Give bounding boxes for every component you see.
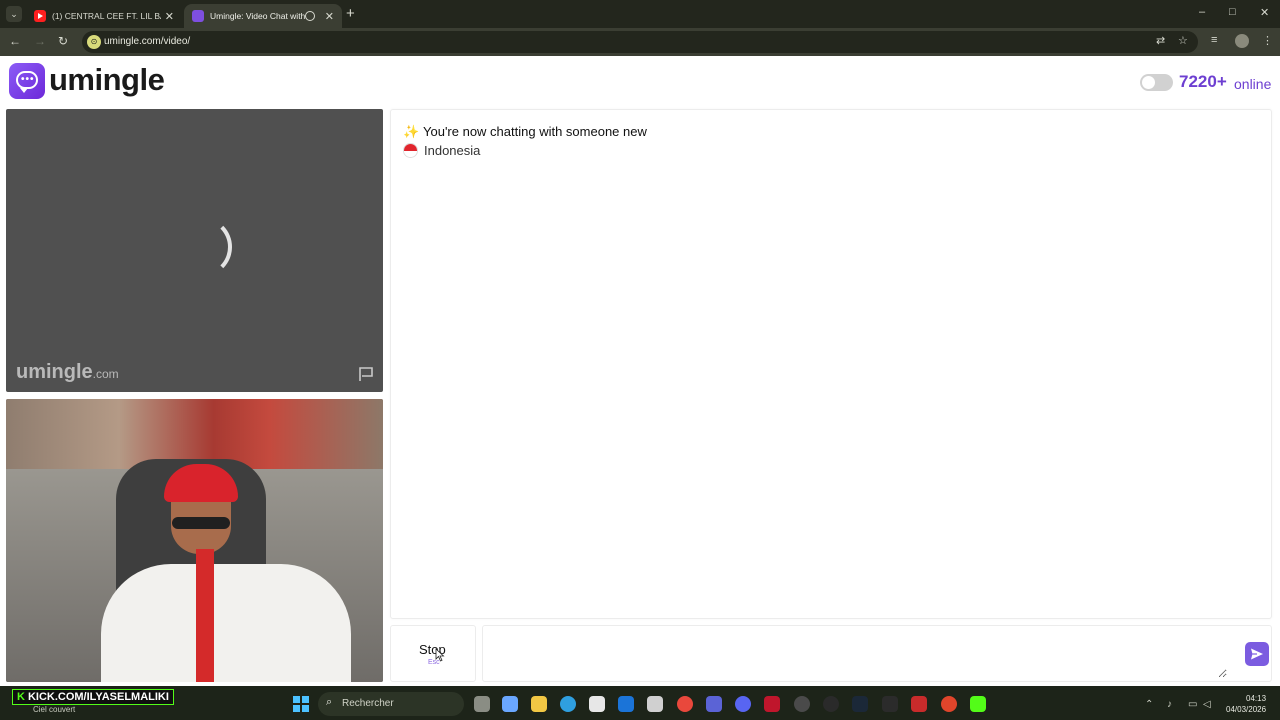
maximize-button[interactable]: □ (1229, 6, 1236, 18)
outlook-icon[interactable] (618, 696, 634, 712)
tab-title: Umingle: Video Chat with S (210, 11, 305, 21)
app-icon[interactable] (647, 696, 663, 712)
chat-country-row: Indonesia (403, 143, 480, 158)
adobe-icon[interactable] (764, 696, 780, 712)
brand-name[interactable]: umingle (49, 62, 165, 98)
chat-status-row: ✨ You're now chatting with someone new (403, 124, 647, 139)
browser-menu-icon[interactable]: ⋮ (1262, 34, 1273, 47)
app-icon[interactable] (941, 696, 957, 712)
display-icon[interactable]: ▭ (1188, 699, 1197, 710)
translate-icon[interactable]: ⇄ (1156, 34, 1165, 47)
sunglasses (172, 517, 230, 529)
youtube-icon (34, 10, 46, 22)
tab-umingle[interactable]: Umingle: Video Chat with S ✕ (184, 4, 342, 28)
steam-icon[interactable] (852, 696, 868, 712)
stranger-video: umingle.com (6, 109, 383, 392)
app-icon[interactable] (794, 696, 810, 712)
stop-button[interactable]: Stop Esc (390, 625, 476, 682)
windows-start-icon[interactable] (293, 696, 309, 712)
forward-icon[interactable]: → (34, 34, 46, 48)
weather-widget[interactable]: Ciel couvert (33, 705, 75, 714)
umingle-page: ••• umingle 7220+ online umingle.com ✨ Y… (0, 56, 1280, 686)
close-window-button[interactable]: ✕ (1260, 6, 1269, 19)
copilot-icon[interactable] (502, 696, 518, 712)
close-tab-icon[interactable]: ✕ (165, 10, 174, 23)
stream-overlay-banner: K KICK.COM/ILYASELMALIKI (12, 689, 174, 705)
browser-tab-strip: ⌄ (1) CENTRAL CEE FT. LIL BABY - ✕ Uming… (0, 0, 1280, 28)
person-shirt (101, 564, 351, 682)
media-controls-icon[interactable]: ≡ (1211, 34, 1217, 46)
sparkle-icon: ✨ (403, 123, 420, 139)
game-controller-icon[interactable] (706, 696, 722, 712)
chat-log: ✨ You're now chatting with someone new I… (390, 109, 1272, 619)
tab-youtube[interactable]: (1) CENTRAL CEE FT. LIL BABY - ✕ (26, 4, 182, 28)
self-camera-video (6, 399, 383, 682)
watermark-brand: umingle (16, 361, 93, 383)
kick-logo-icon: K (17, 691, 25, 703)
umingle-icon (192, 10, 204, 22)
profile-avatar[interactable] (1235, 34, 1249, 48)
tab-title: (1) CENTRAL CEE FT. LIL BABY - (52, 11, 161, 21)
clock-date: 04/03/2026 (1226, 705, 1267, 714)
discord-icon[interactable] (735, 696, 751, 712)
reload-icon[interactable]: ↻ (58, 34, 68, 48)
epic-games-icon[interactable] (882, 696, 898, 712)
url-text: umingle.com/video/ (104, 36, 191, 47)
site-info-icon[interactable]: ⊙ (87, 35, 101, 49)
tray-chevron-icon[interactable]: ⌃ (1145, 699, 1153, 710)
taskbar-search-label: Rechercher (342, 698, 394, 709)
online-label: online (1234, 76, 1272, 92)
message-input[interactable] (487, 630, 1227, 678)
recording-icon (304, 11, 315, 21)
red-tie (196, 549, 214, 682)
message-composer (482, 625, 1272, 682)
send-icon (1251, 648, 1263, 660)
close-tab-icon[interactable]: ✕ (325, 10, 334, 23)
indonesia-flag-icon (403, 143, 418, 158)
chat-status-text: You're now chatting with someone new (423, 124, 647, 139)
loading-spinner-icon (172, 217, 232, 277)
kick-icon[interactable] (970, 696, 986, 712)
app-icon[interactable] (911, 696, 927, 712)
address-bar[interactable]: ⊙ umingle.com/video/ (82, 31, 1198, 53)
clock-time: 04:13 (1246, 694, 1267, 703)
search-icon: ⌕ (326, 696, 333, 708)
overlay-text: KICK.COM/ILYASELMALIKI (27, 691, 169, 703)
chrome-icon[interactable] (677, 696, 693, 712)
taskbar-search[interactable]: ⌕ Rechercher (318, 692, 464, 716)
watermark-suffix: .com (92, 367, 119, 381)
minimize-button[interactable]: – (1199, 6, 1205, 18)
umingle-logo-icon[interactable]: ••• (9, 63, 45, 99)
edge-icon[interactable] (560, 696, 576, 712)
video-watermark: umingle.com (16, 361, 119, 384)
windows-taskbar (0, 686, 1280, 720)
bookmark-star-icon[interactable]: ☆ (1178, 34, 1188, 47)
taskbar-clock[interactable]: 04:13 04/03/2026 (1226, 693, 1266, 715)
app-icon[interactable] (823, 696, 839, 712)
theme-toggle[interactable] (1140, 74, 1173, 91)
browser-toolbar: ← → ↻ ⊙ umingle.com/video/ ⇄ ☆ ≡ ⋮ (0, 28, 1280, 56)
back-icon[interactable]: ← (9, 34, 21, 48)
task-view-icon[interactable] (474, 696, 490, 712)
microphone-icon[interactable]: ♪ (1167, 699, 1172, 710)
tab-search-button[interactable]: ⌄ (6, 6, 22, 22)
new-tab-button[interactable]: + (346, 5, 355, 22)
country-name: Indonesia (424, 143, 481, 158)
mouse-cursor-icon (435, 648, 445, 662)
online-count: 7220+ (1179, 72, 1227, 91)
send-button[interactable] (1245, 642, 1269, 666)
report-flag-icon[interactable] (358, 366, 374, 382)
store-icon[interactable] (589, 696, 605, 712)
speaker-icon[interactable]: ◁ (1203, 699, 1211, 710)
file-explorer-icon[interactable] (531, 696, 547, 712)
